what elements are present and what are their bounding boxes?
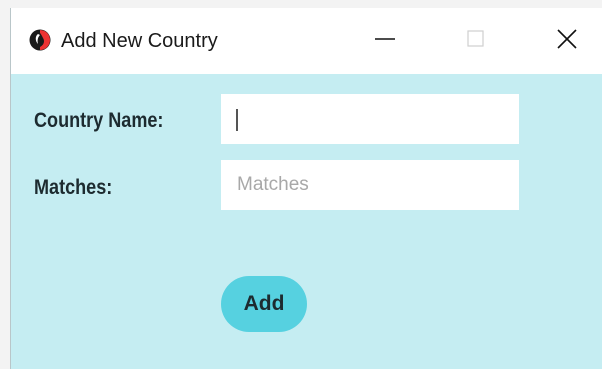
add-button[interactable]: Add <box>221 276 307 332</box>
app-logo-icon <box>29 29 51 51</box>
minimize-button[interactable] <box>367 26 403 56</box>
matches-label: Matches: <box>34 176 113 199</box>
matches-input[interactable] <box>221 160 519 210</box>
close-button[interactable] <box>549 26 585 56</box>
window-title: Add New Country <box>61 30 218 52</box>
maximize-button[interactable] <box>458 26 494 56</box>
close-icon <box>556 28 578 55</box>
country-name-input[interactable] <box>221 94 519 144</box>
country-name-label: Country Name: <box>34 109 164 132</box>
text-caret <box>236 109 238 131</box>
maximize-icon <box>466 29 486 54</box>
add-country-window: Add New Country Country Name: Matches: A… <box>10 8 602 369</box>
title-bar: Add New Country <box>11 8 602 74</box>
minimize-icon <box>374 28 396 55</box>
